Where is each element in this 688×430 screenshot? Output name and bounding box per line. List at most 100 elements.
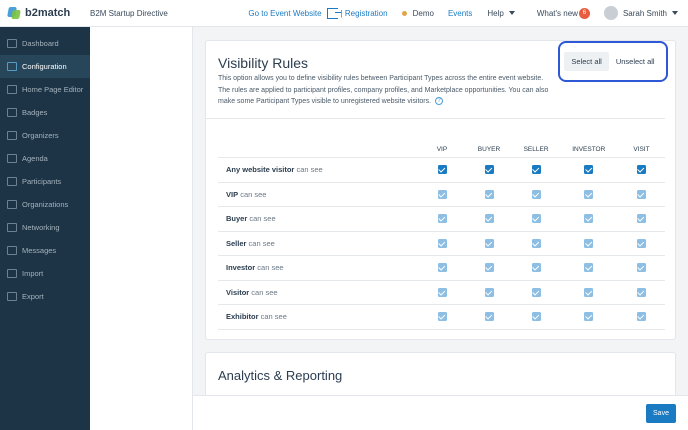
visibility-checkbox[interactable]	[437, 312, 447, 322]
avatar	[603, 6, 618, 20]
visibility-checkbox[interactable]	[531, 312, 541, 322]
visibility-checkbox[interactable]	[437, 238, 447, 248]
demo-label: Demo	[412, 8, 434, 18]
chevron-down-icon	[672, 11, 678, 15]
visibility-checkbox[interactable]	[531, 214, 541, 224]
select-buttons-highlight: Select all Unselect all	[558, 41, 668, 82]
visibility-checkbox[interactable]	[584, 189, 594, 199]
logo-text: b2match	[25, 7, 71, 19]
events-link[interactable]: Events	[448, 9, 472, 18]
table-row: Any website visitor can see	[218, 158, 665, 183]
visibility-checkbox[interactable]	[636, 214, 646, 224]
sidebar-item-label: Badges	[22, 108, 48, 117]
visibility-rules-card: Visibility Rules This option allows you …	[205, 40, 676, 340]
export-icon	[7, 292, 17, 301]
sidebar-item-home-page-editor[interactable]: Home Page Editor	[0, 78, 90, 101]
participant-type: Exhibitor	[226, 312, 259, 322]
visibility-checkbox[interactable]	[531, 287, 541, 297]
help-question-icon[interactable]: ?	[435, 97, 444, 106]
save-button[interactable]: Save	[646, 404, 676, 423]
column-header: BUYER	[477, 145, 501, 153]
visibility-checkbox[interactable]	[636, 189, 646, 199]
gear-icon	[7, 62, 17, 71]
sidebar-item-label: Organizations	[22, 200, 69, 209]
whats-new-button[interactable]: What's new 6	[537, 7, 590, 19]
go-to-event-link[interactable]: Go to Event Website	[248, 9, 321, 18]
sidebar-item-label: Home Page Editor	[22, 85, 84, 94]
unselect-all-button[interactable]: Unselect all	[609, 52, 662, 71]
visibility-table: VIP BUYER SELLER INVESTOR VISIT Any webs…	[218, 141, 665, 330]
row-label: Investor can see	[218, 263, 419, 272]
can-see-text: can see	[251, 287, 278, 297]
visibility-checkbox[interactable]	[584, 238, 594, 248]
badge-icon	[7, 108, 17, 117]
mail-icon	[7, 246, 17, 255]
sidebar-item-label: Import	[22, 269, 44, 278]
visibility-checkbox[interactable]	[484, 165, 494, 175]
visibility-checkbox[interactable]	[636, 165, 646, 175]
visibility-checkbox[interactable]	[636, 312, 646, 322]
table-row: Exhibitor can see	[218, 305, 665, 330]
visibility-checkbox[interactable]	[437, 214, 447, 224]
column-header: VIP	[436, 145, 448, 153]
user-menu[interactable]: Sarah Smith	[603, 6, 678, 20]
help-menu[interactable]: Help	[487, 9, 515, 18]
visibility-checkbox[interactable]	[636, 263, 646, 273]
visibility-checkbox[interactable]	[584, 312, 594, 322]
section-title: Analytics & Reporting	[218, 368, 343, 383]
sidebar-item-label: Messages	[22, 246, 57, 255]
visibility-checkbox[interactable]	[636, 287, 646, 297]
sidebar-item-import[interactable]: Import	[0, 262, 90, 285]
row-label: Visitor can see	[218, 288, 419, 297]
visibility-checkbox[interactable]	[531, 189, 541, 199]
description-text: This option allows you to define visibil…	[218, 75, 549, 105]
visibility-checkbox[interactable]	[584, 165, 594, 175]
person-icon	[7, 177, 17, 186]
visibility-checkbox[interactable]	[531, 263, 541, 273]
sidebar-item-dashboard[interactable]: Dashboard	[0, 32, 90, 55]
registration-link[interactable]: | Registration	[341, 9, 388, 18]
visibility-checkbox[interactable]	[437, 263, 447, 273]
table-row: Investor can see	[218, 256, 665, 281]
visibility-checkbox[interactable]	[584, 263, 594, 273]
visibility-checkbox[interactable]	[584, 287, 594, 297]
can-see-text: can see	[257, 263, 284, 273]
sidebar-item-organizations[interactable]: Organizations	[0, 193, 90, 216]
sidebar-item-organizers[interactable]: Organizers	[0, 124, 90, 147]
visibility-checkbox[interactable]	[437, 287, 447, 297]
sidebar-item-badges[interactable]: Badges	[0, 101, 90, 124]
visibility-checkbox[interactable]	[437, 165, 447, 175]
visibility-checkbox[interactable]	[484, 214, 494, 224]
select-all-button[interactable]: Select all	[564, 52, 609, 71]
sidebar-item-participants[interactable]: Participants	[0, 170, 90, 193]
footer-bar: Save	[193, 395, 688, 430]
demo-status[interactable]: Demo	[401, 8, 434, 18]
visibility-checkbox[interactable]	[484, 263, 494, 273]
visibility-checkbox[interactable]	[584, 214, 594, 224]
visibility-checkbox[interactable]	[484, 189, 494, 199]
visibility-checkbox[interactable]	[531, 165, 541, 175]
visibility-checkbox[interactable]	[484, 287, 494, 297]
row-label: Exhibitor can see	[218, 312, 419, 321]
building-icon	[7, 200, 17, 209]
import-icon	[7, 269, 17, 278]
visibility-checkbox[interactable]	[484, 312, 494, 322]
sidebar-item-export[interactable]: Export	[0, 285, 90, 308]
participant-type: Visitor	[226, 287, 250, 297]
participant-type: Buyer	[226, 214, 248, 224]
visibility-checkbox[interactable]	[636, 238, 646, 248]
table-header: VIP BUYER SELLER INVESTOR VISIT	[218, 141, 665, 158]
visibility-checkbox[interactable]	[531, 238, 541, 248]
sidebar-item-agenda[interactable]: Agenda	[0, 147, 90, 170]
sidebar-item-label: Configuration	[22, 62, 67, 71]
sidebar-item-configuration[interactable]: Configuration	[0, 55, 90, 78]
calendar-icon	[7, 154, 17, 163]
row-label: Buyer can see	[218, 214, 419, 223]
visibility-checkbox[interactable]	[484, 238, 494, 248]
visibility-checkbox[interactable]	[437, 189, 447, 199]
sidebar-item-networking[interactable]: Networking	[0, 216, 90, 239]
can-see-text: can see	[249, 214, 276, 224]
page-icon	[7, 85, 17, 94]
sidebar-item-messages[interactable]: Messages	[0, 239, 90, 262]
logo[interactable]: b2match	[0, 7, 90, 19]
